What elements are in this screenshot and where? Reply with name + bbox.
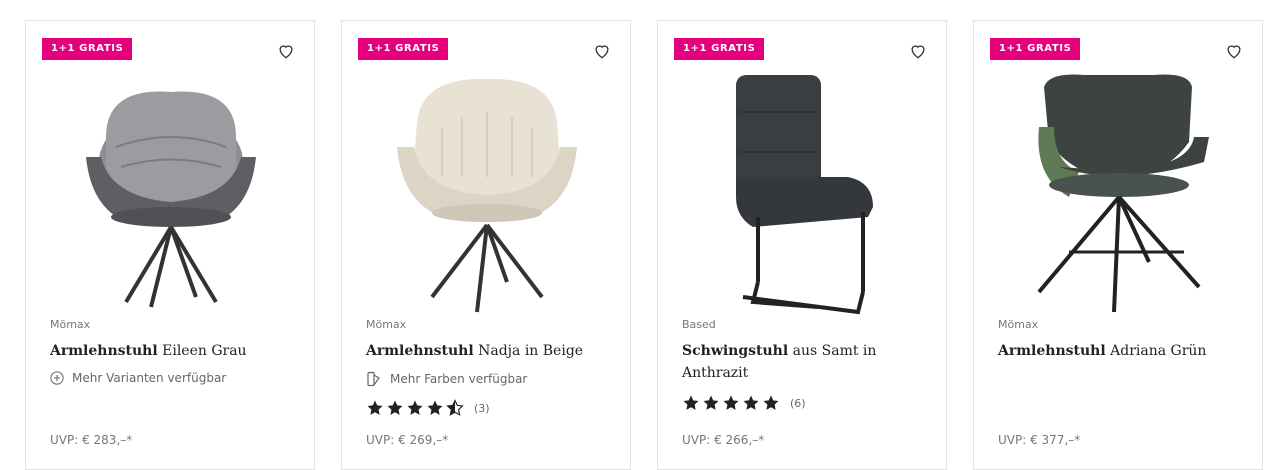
- colors-info[interactable]: Mehr Farben verfügbar: [366, 371, 527, 387]
- product-image[interactable]: [698, 67, 908, 317]
- product-title[interactable]: Schwingstuhl aus Samt in Anthrazit: [682, 340, 932, 384]
- colors-label: Mehr Farben verfügbar: [390, 372, 528, 386]
- promo-badge: 1+1 GRATIS: [358, 38, 449, 60]
- product-image[interactable]: [382, 67, 592, 317]
- rating-count: (3): [474, 401, 490, 415]
- product-title[interactable]: Armlehnstuhl Nadja in Beige: [366, 340, 616, 362]
- star-icon: [743, 395, 759, 410]
- product-image[interactable]: [66, 67, 276, 317]
- product-card[interactable]: 1+1 GRATIS Mömax Armlehnstuhl Eileen Gra…: [25, 20, 315, 470]
- star-icon: [703, 395, 719, 410]
- plus-circle-icon: [50, 371, 64, 385]
- product-brand: Mömax: [50, 318, 91, 331]
- heart-icon[interactable]: [908, 41, 928, 61]
- product-title[interactable]: Armlehnstuhl Eileen Grau: [50, 340, 300, 362]
- rating: (6): [682, 394, 806, 412]
- heart-icon[interactable]: [276, 41, 296, 61]
- star-icon: [427, 400, 443, 415]
- star-icon: [763, 395, 779, 410]
- product-brand: Based: [682, 318, 716, 331]
- product-name: Adriana Grün: [1105, 343, 1207, 359]
- product-type: Armlehnstuhl: [998, 343, 1106, 359]
- product-name: Eileen Grau: [157, 343, 247, 359]
- star-icon: [683, 395, 699, 410]
- product-title[interactable]: Armlehnstuhl Adriana Grün: [998, 340, 1248, 362]
- product-grid: 1+1 GRATIS Mömax Armlehnstuhl Eileen Gra…: [0, 0, 1274, 470]
- product-brand: Mömax: [998, 318, 1039, 331]
- variants-info[interactable]: Mehr Varianten verfügbar: [50, 371, 226, 385]
- product-card[interactable]: 1+1 GRATIS Mömax Armlehnstuhl Adriana Gr…: [973, 20, 1263, 470]
- heart-icon[interactable]: [592, 41, 612, 61]
- promo-badge: 1+1 GRATIS: [990, 38, 1081, 60]
- rating-count: (6): [790, 396, 806, 410]
- uvp-price: UVP: € 266,–*: [682, 433, 765, 447]
- uvp-price: UVP: € 269,–*: [366, 433, 449, 447]
- product-card[interactable]: 1+1 GRATIS Mömax Armlehnstuhl Nadja in B…: [341, 20, 631, 470]
- product-card[interactable]: 1+1 GRATIS Based Schwingstuhl aus Samt i…: [657, 20, 947, 470]
- star-icon: [367, 400, 383, 415]
- product-type: Armlehnstuhl: [366, 343, 474, 359]
- star-icon: [387, 400, 403, 415]
- color-swatch-icon: [367, 371, 380, 387]
- product-type: Armlehnstuhl: [50, 343, 158, 359]
- product-type: Schwingstuhl: [682, 343, 789, 359]
- promo-badge: 1+1 GRATIS: [42, 38, 133, 60]
- variants-label: Mehr Varianten verfügbar: [72, 371, 227, 385]
- uvp-price: UVP: € 377,–*: [998, 433, 1081, 447]
- product-name: Nadja in Beige: [473, 343, 584, 359]
- promo-badge: 1+1 GRATIS: [674, 38, 765, 60]
- heart-icon[interactable]: [1224, 41, 1244, 61]
- rating: (3): [366, 399, 490, 417]
- product-brand: Mömax: [366, 318, 407, 331]
- uvp-price: UVP: € 283,–*: [50, 433, 133, 447]
- star-icon: [407, 400, 423, 415]
- star-icon: [723, 395, 739, 410]
- product-image[interactable]: [1014, 67, 1224, 317]
- star-half-icon: [446, 399, 464, 416]
